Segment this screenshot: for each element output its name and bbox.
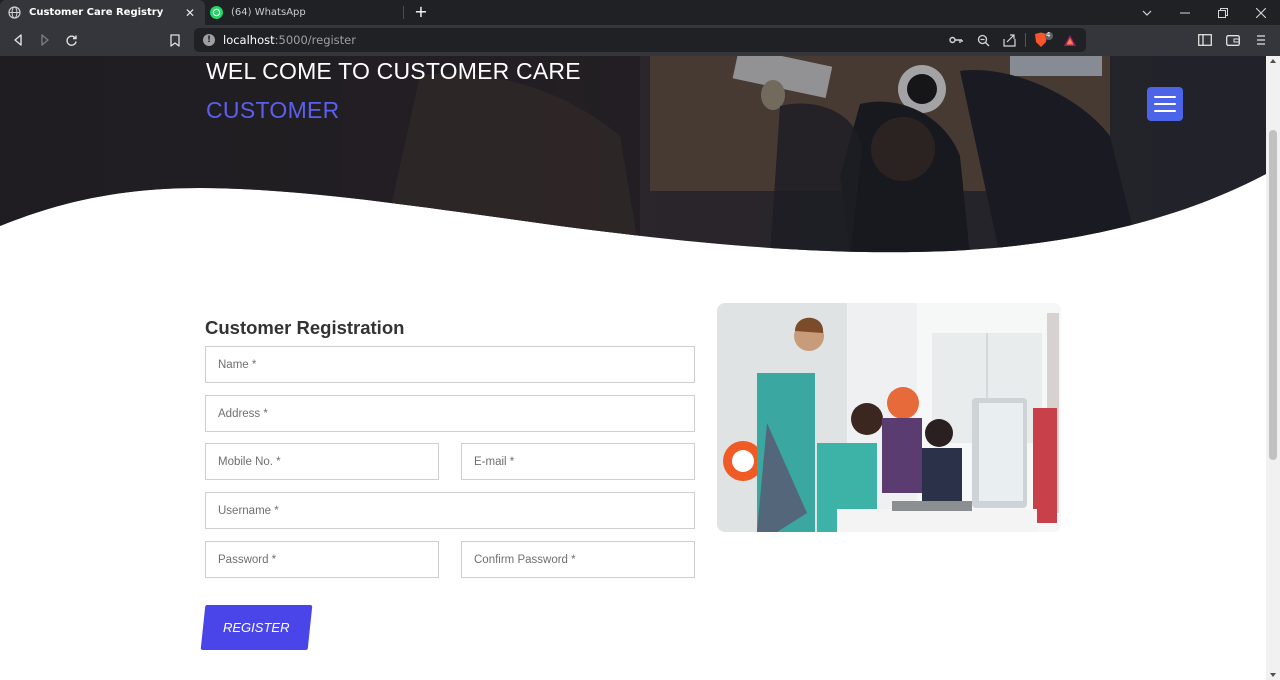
close-window-icon[interactable] [1242,0,1280,25]
menu-bar-icon [1154,110,1176,112]
page-scrollbar[interactable] [1266,56,1280,680]
scroll-up-icon[interactable] [1270,59,1276,63]
register-button[interactable]: REGISTER [200,605,313,650]
register-button-label: REGISTER [223,620,290,635]
team-photo-image [717,303,1061,532]
confirm-password-field[interactable] [461,541,695,578]
hamburger-menu-button[interactable] [1147,87,1183,121]
omnibox-divider [1025,33,1026,47]
tab-customer-care-registry[interactable]: Customer Care Registry ✕ [0,0,205,25]
brave-shields-icon[interactable]: 4 [1033,31,1055,48]
hero-subheading: CUSTOMER [206,97,340,123]
globe-icon [8,6,21,19]
wallet-icon[interactable] [1225,32,1241,48]
sidebar-icon[interactable] [1197,32,1213,48]
reload-icon[interactable] [62,31,80,49]
share-icon[interactable] [1001,32,1017,48]
new-tab-icon[interactable]: + [412,3,430,21]
bookmark-icon[interactable] [166,31,184,49]
hero-heading: WEL COME TO CUSTOMER CARE [206,58,581,84]
tab-title: (64) WhatsApp [231,7,306,18]
scrollbar-thumb[interactable] [1269,130,1277,460]
close-tab-icon[interactable]: ✕ [183,6,197,20]
tab-title: Customer Care Registry [29,7,164,18]
key-icon[interactable] [948,32,964,48]
whatsapp-icon [210,6,223,19]
password-field[interactable] [205,541,439,578]
address-field[interactable] [205,395,695,432]
form-title: Customer Registration [205,317,405,338]
email-field[interactable] [461,443,695,480]
menu-icon[interactable] [1253,32,1269,48]
extension-badge: 4 [1046,31,1051,39]
name-field[interactable] [205,346,695,383]
forward-icon[interactable] [36,31,54,49]
minimize-icon[interactable] [1166,0,1204,25]
url-text: localhost:5000/register [223,33,356,47]
restore-icon[interactable] [1204,0,1242,25]
zoom-icon[interactable] [975,32,991,48]
menu-bar-icon [1154,96,1176,98]
browser-toolbar: ! localhost:5000/register 4 [0,25,1280,56]
scroll-down-icon[interactable] [1270,673,1276,677]
tab-divider [403,6,404,19]
tab-whatsapp[interactable]: (64) WhatsApp [205,0,403,25]
brave-rewards-icon[interactable] [1062,32,1078,48]
tab-search-chevron-icon[interactable] [1128,0,1166,25]
hero-background-image [0,56,1266,253]
mobile-field[interactable] [205,443,439,480]
back-icon[interactable] [9,31,27,49]
username-field[interactable] [205,492,695,529]
site-info-icon[interactable]: ! [203,34,215,46]
page-content: WEL COME TO CUSTOMER CARE CUSTOMER Custo… [0,56,1266,680]
address-bar[interactable]: ! localhost:5000/register 4 [194,28,1086,52]
menu-bar-icon [1154,103,1176,105]
browser-tab-bar: Customer Care Registry ✕ (64) WhatsApp + [0,0,1280,25]
